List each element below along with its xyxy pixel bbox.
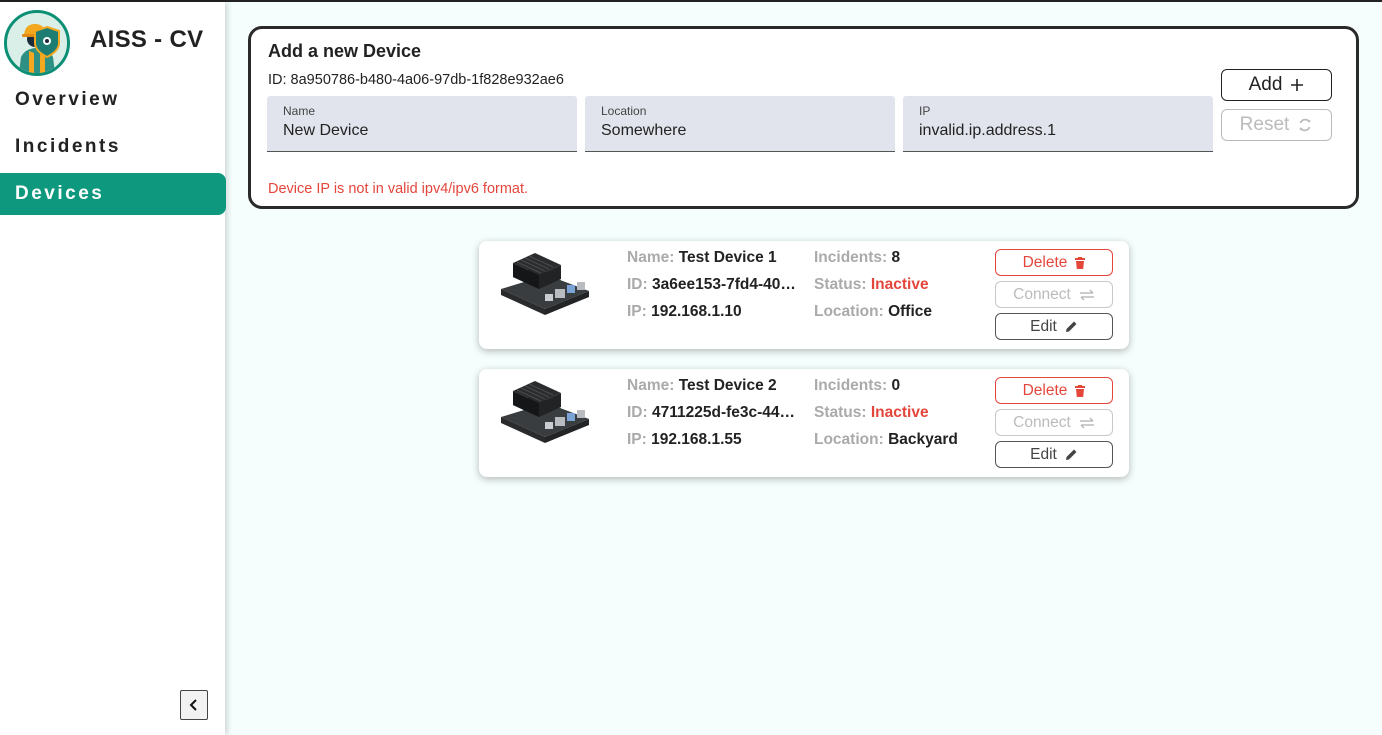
chevron-left-icon [189, 699, 197, 711]
add-device-form: Add a new Device ID: 8a950786-b480-4a06-… [248, 26, 1359, 209]
device-location-label: Location: [814, 431, 884, 448]
delete-button[interactable]: Delete [995, 377, 1113, 404]
device-incidents: 8 [891, 249, 901, 266]
delete-button-label: Delete [1022, 253, 1068, 271]
sidebar-item-incidents[interactable]: Incidents [0, 126, 226, 168]
add-button[interactable]: Add [1221, 69, 1332, 101]
device-name: Test Device 2 [678, 377, 777, 394]
main-content: Add a new Device ID: 8a950786-b480-4a06-… [225, 2, 1382, 735]
swap-arrows-icon [1079, 416, 1094, 429]
device-name-label: Name: [627, 377, 675, 394]
add-device-title: Add a new Device [268, 41, 422, 61]
edit-button[interactable]: Edit [995, 313, 1113, 340]
app-title: AISS - CV [90, 26, 204, 53]
location-field-value: Somewhere [601, 122, 687, 139]
device-info-column: Name: Test Device 1 ID: 3a6ee153-7fd4-40… [627, 249, 797, 330]
device-incidents-label: Incidents: [814, 249, 888, 266]
device-image [495, 377, 595, 447]
device-location: Office [888, 303, 932, 320]
connect-button[interactable]: Connect [995, 281, 1113, 308]
device-incidents: 0 [891, 377, 901, 394]
reset-button-label: Reset [1239, 114, 1290, 135]
edit-button-label: Edit [1030, 445, 1057, 463]
device-status-label: Status: [814, 276, 867, 293]
ip-field-label: IP [919, 104, 931, 118]
device-status-label: Status: [814, 404, 867, 421]
device-image [495, 249, 595, 319]
device-id: 3a6ee153-7fd4-40… [651, 276, 796, 293]
pencil-icon [1065, 321, 1077, 332]
connect-button-label: Connect [1013, 413, 1071, 431]
device-card: Name: Test Device 2 ID: 4711225d-fe3c-44… [479, 369, 1129, 477]
sidebar-item-overview[interactable]: Overview [0, 79, 226, 121]
edit-button[interactable]: Edit [995, 441, 1113, 468]
device-info-column: Name: Test Device 2 ID: 4711225d-fe3c-44… [627, 377, 797, 458]
device-id-label: ID: [627, 276, 648, 293]
connect-button[interactable]: Connect [995, 409, 1113, 436]
device-name-label: Name: [627, 249, 675, 266]
ip-field[interactable]: IP invalid.ip.address.1 [903, 96, 1213, 152]
device-name: Test Device 1 [678, 249, 777, 266]
device-card: Name: Test Device 1 ID: 3a6ee153-7fd4-40… [479, 241, 1129, 349]
location-field[interactable]: Location Somewhere [585, 96, 895, 152]
plus-icon [1291, 79, 1304, 91]
device-status: Inactive [870, 404, 929, 421]
device-ip-label: IP: [627, 431, 647, 448]
add-button-label: Add [1248, 74, 1283, 95]
refresh-icon [1299, 118, 1311, 132]
ip-field-value: invalid.ip.address.1 [919, 122, 1056, 139]
device-ip: 192.168.1.10 [651, 303, 742, 320]
name-field-value: New Device [283, 122, 369, 139]
ip-validation-error: Device IP is not in valid ipv4/ipv6 form… [268, 181, 529, 197]
device-status: Inactive [870, 276, 929, 293]
device-status-column: Incidents: 0 Status: Inactive Location: … [814, 377, 984, 458]
pencil-icon [1065, 449, 1077, 460]
edit-button-label: Edit [1030, 317, 1057, 335]
device-location: Backyard [888, 431, 958, 448]
device-incidents-label: Incidents: [814, 377, 888, 394]
construction-worker-shield-icon [4, 10, 70, 76]
delete-button[interactable]: Delete [995, 249, 1113, 276]
delete-button-label: Delete [1022, 381, 1068, 399]
device-status-column: Incidents: 8 Status: Inactive Location: … [814, 249, 984, 330]
new-device-id: ID: 8a950786-b480-4a06-97db-1f828e932ae6 [268, 72, 564, 88]
trash-icon [1075, 384, 1086, 397]
name-field-label: Name [283, 104, 316, 118]
collapse-sidebar-button[interactable] [180, 690, 208, 720]
name-field[interactable]: Name New Device [267, 96, 577, 152]
sidebar: AISS - CV Overview Incidents Devices [0, 2, 226, 735]
device-ip-label: IP: [627, 303, 647, 320]
swap-arrows-icon [1079, 288, 1094, 301]
location-field-label: Location [601, 104, 647, 118]
device-location-label: Location: [814, 303, 884, 320]
device-ip: 192.168.1.55 [651, 431, 742, 448]
trash-icon [1075, 256, 1086, 269]
device-id: 4711225d-fe3c-44… [651, 404, 796, 421]
reset-button[interactable]: Reset [1221, 109, 1332, 141]
device-id-label: ID: [627, 404, 648, 421]
sidebar-item-devices[interactable]: Devices [0, 173, 226, 215]
connect-button-label: Connect [1013, 285, 1071, 303]
